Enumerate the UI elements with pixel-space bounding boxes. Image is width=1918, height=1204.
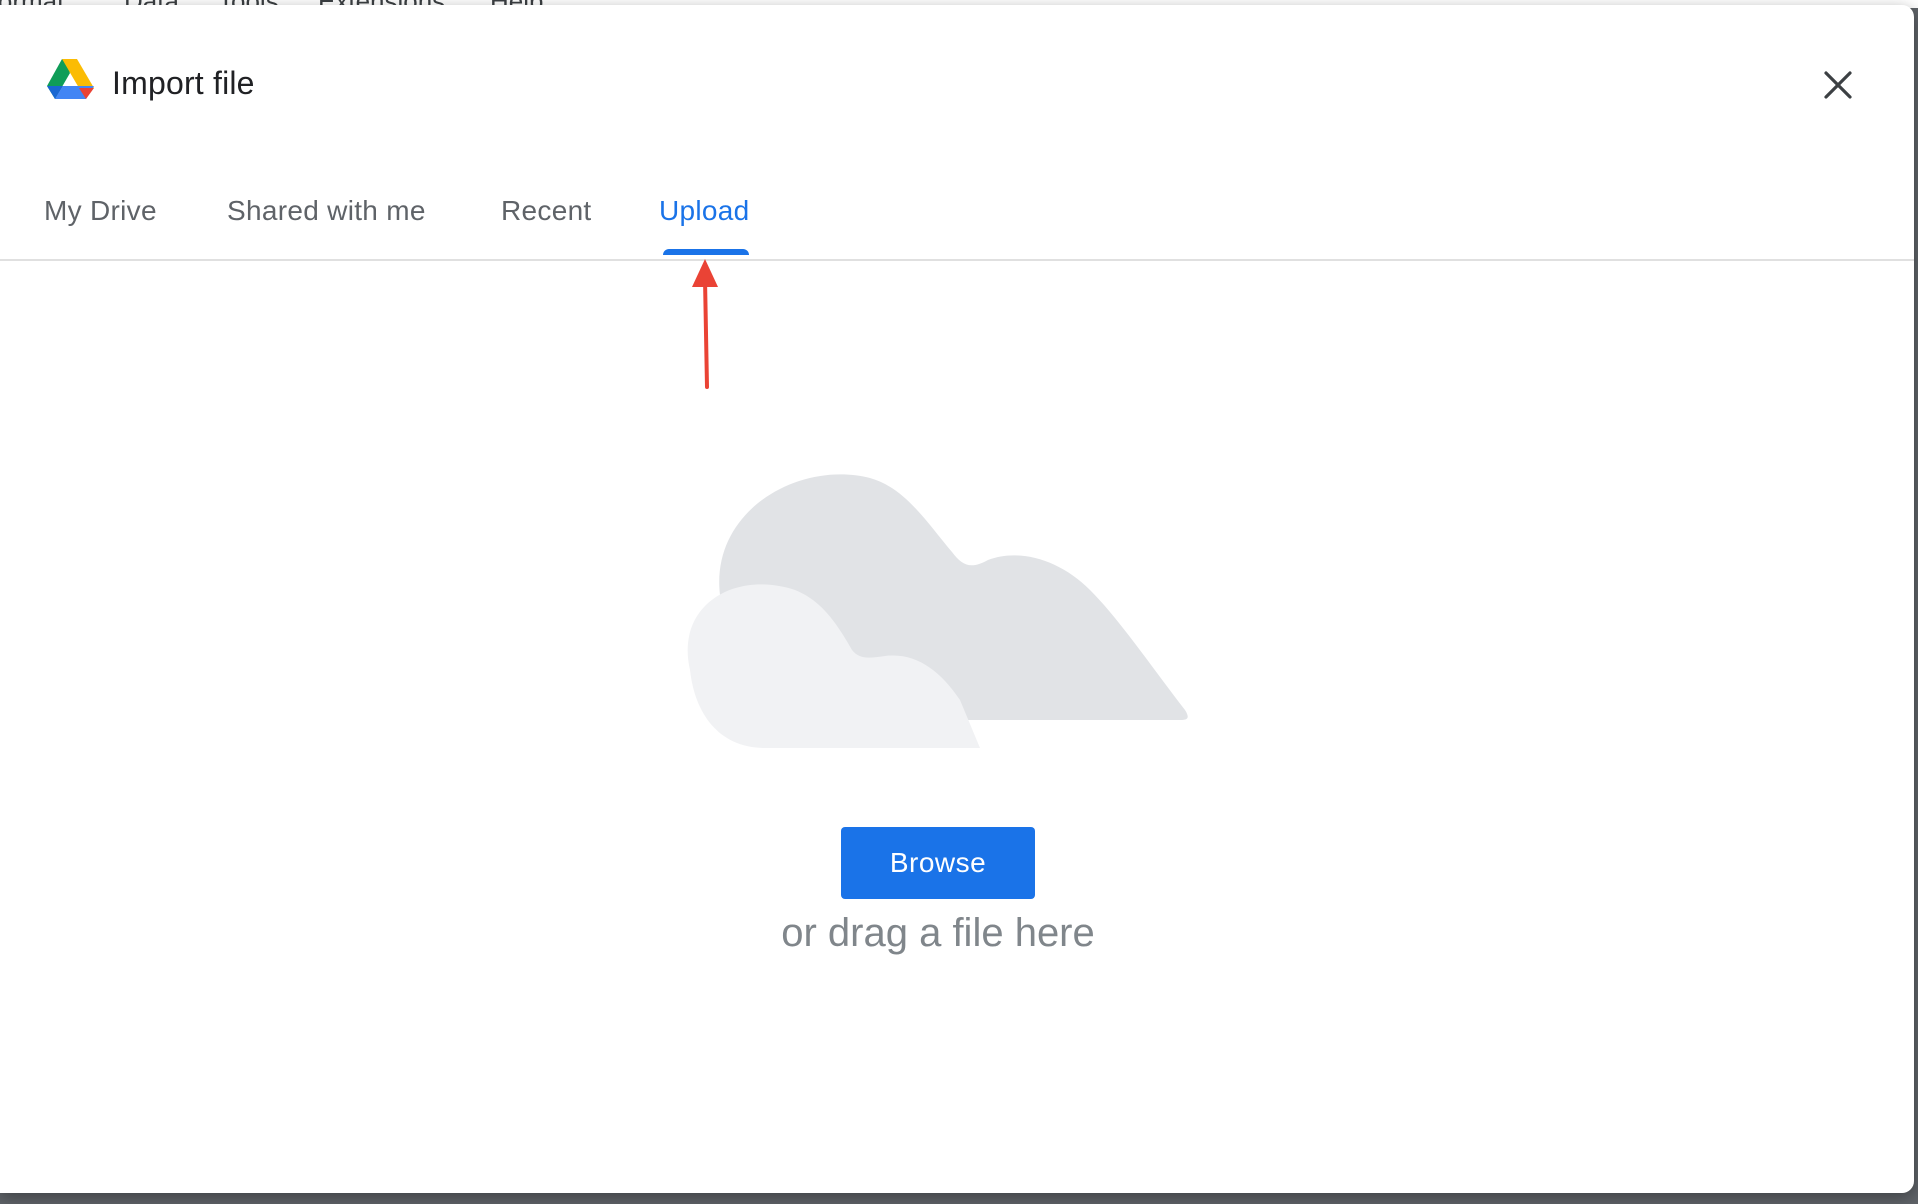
import-file-dialog: Import file My Drive Shared with me Rece… xyxy=(0,5,1914,1193)
tab-my-drive[interactable]: My Drive xyxy=(44,195,157,227)
tab-shared-with-me[interactable]: Shared with me xyxy=(227,195,426,227)
tab-bar: My Drive Shared with me Recent Upload xyxy=(0,155,1914,261)
annotation-arrow-icon xyxy=(692,259,718,389)
dialog-header: Import file xyxy=(0,5,1914,155)
close-icon xyxy=(1824,71,1852,99)
drag-drop-hint: or drag a file here xyxy=(781,911,1095,955)
tab-upload[interactable]: Upload xyxy=(659,195,750,227)
tab-recent[interactable]: Recent xyxy=(501,195,592,227)
cloud-icon xyxy=(687,474,1188,748)
browse-button[interactable]: Browse xyxy=(841,827,1035,899)
dialog-title: Import file xyxy=(112,65,255,101)
google-drive-logo-icon xyxy=(47,59,94,99)
close-button[interactable] xyxy=(1816,63,1860,107)
